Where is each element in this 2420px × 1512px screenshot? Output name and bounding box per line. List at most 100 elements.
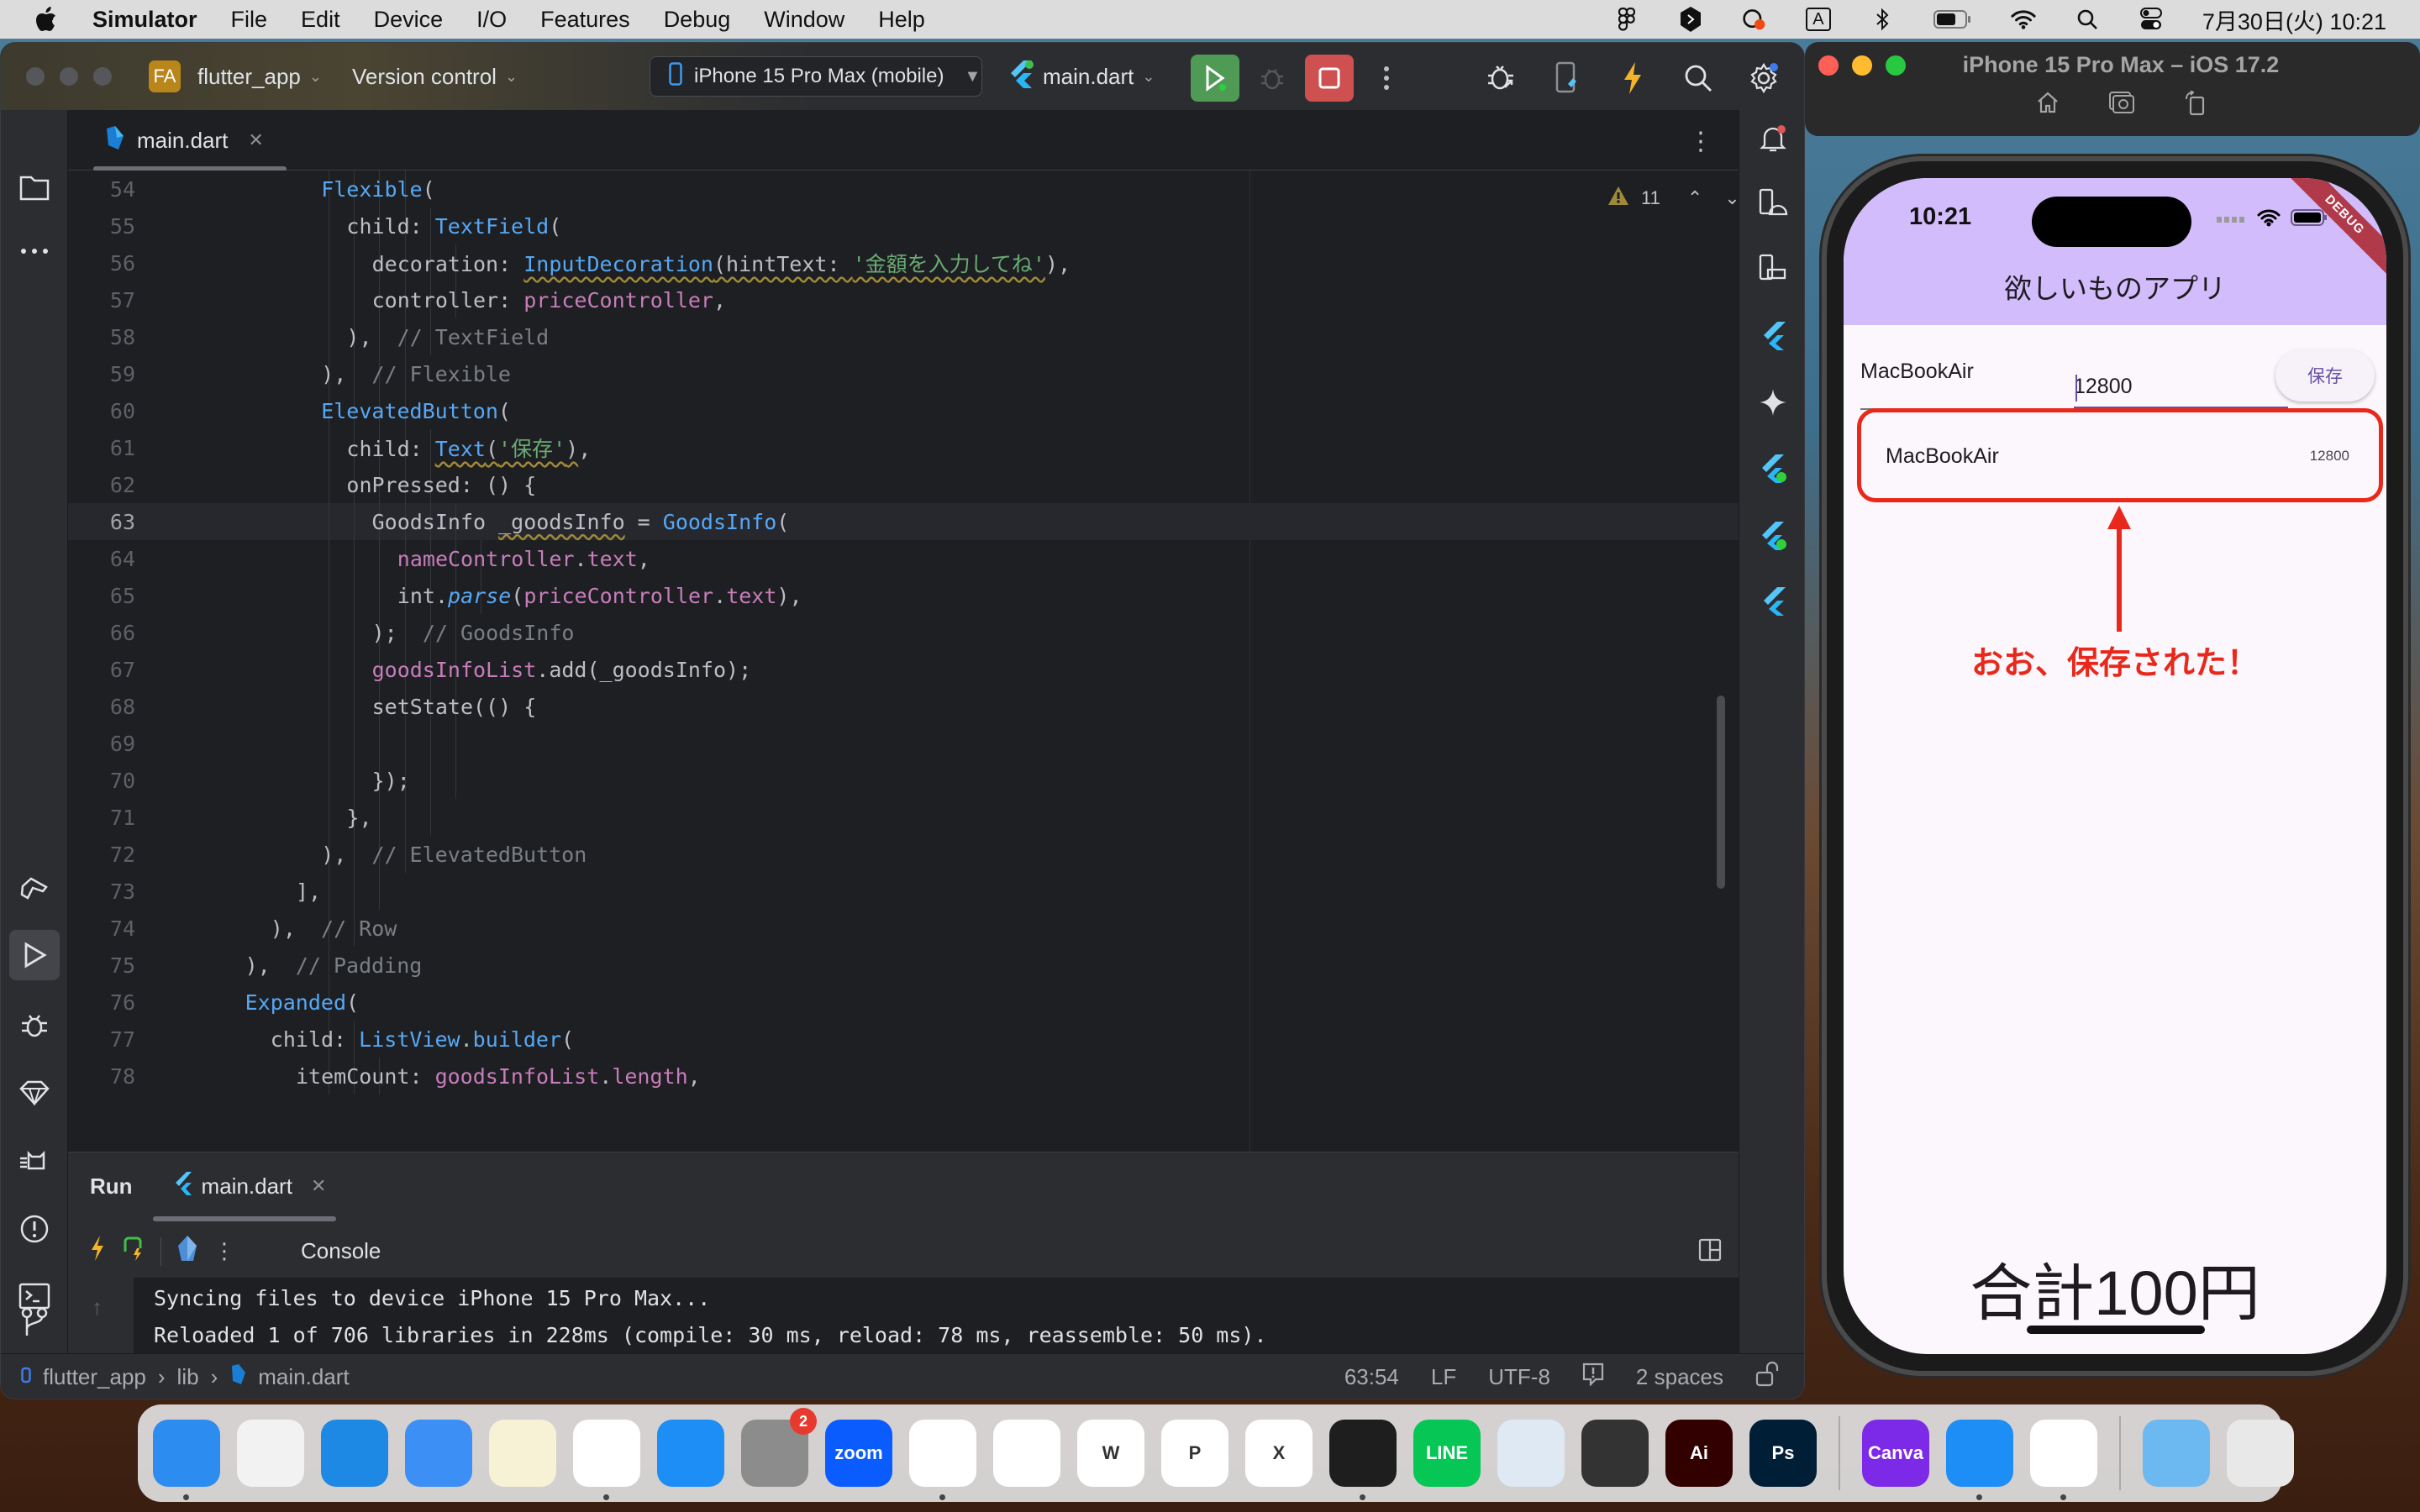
code-line[interactable]: 71}, [68, 799, 1739, 836]
line-number[interactable]: 76 [68, 990, 135, 1015]
running-devices-icon[interactable] [1754, 249, 1791, 286]
menu-device[interactable]: Device [374, 7, 444, 33]
apple-menu-icon[interactable] [34, 5, 59, 34]
dock-app-word[interactable]: W [1077, 1420, 1144, 1487]
dock-app-canva[interactable]: Canva [1862, 1420, 1929, 1487]
device-mirroring-icon[interactable] [1544, 55, 1591, 102]
menu-features[interactable]: Features [540, 7, 630, 33]
device-selector[interactable]: iPhone 15 Pro Max (mobile) ▼ [650, 56, 982, 97]
dock-app-simulator[interactable] [1946, 1420, 2013, 1500]
code-line[interactable]: 74), // Row [68, 910, 1739, 947]
menu-debug[interactable]: Debug [664, 7, 731, 33]
ide-close-button[interactable] [26, 67, 45, 86]
editor-tab-options-icon[interactable]: ⋮ [1688, 127, 1713, 156]
dock-app-photoshop[interactable]: Ps [1749, 1420, 1817, 1487]
line-number[interactable]: 71 [68, 806, 135, 830]
code-line[interactable]: 65 int.parse(priceController.text), [68, 577, 1739, 614]
code-line[interactable]: 56 decoration: InputDecoration(hintText: … [68, 244, 1739, 281]
dock-app-preview[interactable] [1497, 1420, 1565, 1487]
line-number[interactable]: 77 [68, 1027, 135, 1052]
dock-app-system-settings[interactable]: 2 [741, 1408, 817, 1487]
line-number[interactable]: 67 [68, 658, 135, 682]
github-icon[interactable] [1678, 7, 1703, 32]
line-number[interactable]: 63 [68, 510, 135, 534]
dock-app-trash[interactable] [2227, 1420, 2294, 1487]
wifi-icon[interactable] [2011, 7, 2036, 32]
notifications-bell-icon[interactable] [1754, 120, 1791, 157]
flutter-performance-icon[interactable] [1754, 517, 1791, 554]
code-line[interactable]: 68 setState(() { [68, 688, 1739, 725]
code-line[interactable]: 72), // ElevatedButton [68, 836, 1739, 873]
line-number[interactable]: 56 [68, 251, 135, 276]
scroll-up-arrow-icon[interactable]: ↑ [92, 1294, 103, 1320]
screenshot-camera-icon[interactable] [2108, 91, 2135, 120]
creative-cloud-icon[interactable] [1742, 7, 1767, 32]
indent-setting[interactable]: 2 spaces [1636, 1364, 1723, 1390]
stop-button[interactable] [1305, 55, 1354, 102]
menu-file[interactable]: File [231, 7, 268, 33]
dock-app-vs-code[interactable] [993, 1420, 1060, 1487]
line-number[interactable]: 78 [68, 1064, 135, 1089]
code-line[interactable]: 55 child: TextField( [68, 207, 1739, 244]
code-line[interactable]: 64 nameController.text, [68, 540, 1739, 577]
dock-app-line[interactable]: LINE [1413, 1420, 1481, 1487]
layout-toggle-icon[interactable] [1698, 1238, 1722, 1268]
input-source-icon[interactable]: A [1805, 7, 1831, 32]
build-hammer-icon[interactable] [16, 871, 53, 908]
dock-app-android-studio[interactable] [2030, 1420, 2097, 1500]
flutter-devtools-icon[interactable] [1754, 582, 1791, 619]
device-manager-icon[interactable] [1754, 184, 1791, 221]
menu-help[interactable]: Help [878, 7, 925, 33]
more-tools-icon[interactable] [16, 233, 53, 270]
breadcrumb-folder[interactable]: lib [177, 1364, 199, 1390]
search-icon[interactable] [1675, 55, 1722, 102]
dock-app-finder[interactable] [153, 1420, 220, 1500]
home-icon[interactable] [2036, 91, 2060, 120]
line-number[interactable]: 54 [68, 177, 135, 202]
next-highlight-icon[interactable]: ⌄ [1724, 187, 1739, 209]
menu-edit[interactable]: Edit [301, 7, 340, 33]
dart-devtools-icon[interactable] [176, 1235, 198, 1268]
price-text-field[interactable]: 12800 [2074, 344, 2288, 410]
more-actions-icon[interactable] [1362, 55, 1411, 102]
dock-app-downloads[interactable] [2143, 1420, 2210, 1487]
flutter-outline-icon[interactable] [1754, 449, 1791, 486]
read-only-lock-icon[interactable] [1755, 1361, 1779, 1393]
line-number[interactable]: 61 [68, 436, 135, 460]
code-line[interactable]: 54 Flexible( [68, 171, 1739, 207]
flutter-inspector-icon[interactable] [1754, 317, 1791, 354]
line-ending[interactable]: LF [1431, 1364, 1456, 1390]
console-tab[interactable]: Console [301, 1238, 381, 1264]
breadcrumb-file[interactable]: main.dart [258, 1364, 349, 1390]
line-number[interactable]: 73 [68, 879, 135, 904]
line-number[interactable]: 65 [68, 584, 135, 608]
line-number[interactable]: 70 [68, 769, 135, 793]
dock-app-slack[interactable] [909, 1420, 976, 1500]
close-run-tab-icon[interactable]: ✕ [311, 1175, 326, 1197]
git-branch-icon[interactable] [16, 1303, 53, 1340]
figma-icon[interactable] [1614, 7, 1639, 32]
code-line[interactable]: 62 onPressed: () { [68, 466, 1739, 503]
previous-highlight-icon[interactable]: ⌃ [1687, 187, 1702, 209]
code-line[interactable]: 73], [68, 873, 1739, 910]
hot-reload-icon[interactable] [90, 1235, 105, 1268]
line-number[interactable]: 62 [68, 473, 135, 497]
line-number[interactable]: 57 [68, 288, 135, 312]
save-button[interactable]: 保存 [2275, 349, 2375, 402]
line-number[interactable]: 74 [68, 916, 135, 941]
menu-app-name[interactable]: Simulator [92, 7, 197, 33]
breadcrumb-project[interactable]: flutter_app [43, 1364, 146, 1390]
control-center-icon[interactable] [2139, 7, 2164, 32]
editor-tab-main-dart[interactable]: main.dart ✕ [93, 110, 287, 171]
code-line[interactable]: 69 [68, 725, 1739, 762]
hot-reload-icon[interactable] [1609, 55, 1656, 102]
code-line[interactable]: 57 controller: priceController, [68, 281, 1739, 318]
line-number[interactable]: 64 [68, 547, 135, 571]
dock-app-app-store[interactable] [657, 1420, 724, 1487]
dock-app-launchpad[interactable] [237, 1420, 304, 1487]
attach-debugger-icon[interactable] [1478, 55, 1525, 102]
spotlight-icon[interactable] [2075, 7, 2100, 32]
debug-bug-icon[interactable] [16, 1007, 53, 1044]
bluetooth-icon[interactable] [1870, 7, 1895, 32]
ide-zoom-button[interactable] [93, 67, 112, 86]
